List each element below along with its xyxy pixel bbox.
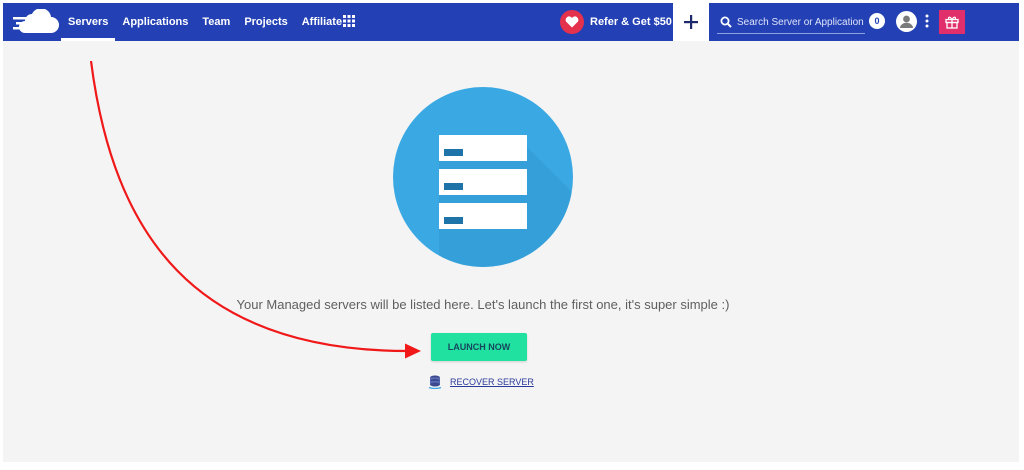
kebab-menu-icon[interactable]	[924, 14, 930, 28]
nav-item-applications[interactable]: Applications	[115, 3, 195, 41]
search-icon	[720, 16, 732, 28]
plus-icon	[684, 15, 698, 29]
cloud-logo-icon[interactable]	[13, 9, 59, 35]
nav-item-team[interactable]: Team	[195, 3, 237, 41]
database-icon	[428, 375, 442, 389]
user-icon	[900, 15, 913, 28]
add-button[interactable]	[673, 3, 709, 41]
grid-icon[interactable]	[343, 15, 355, 27]
nav-item-affiliate[interactable]: Affiliate	[295, 3, 349, 41]
recover-server-link[interactable]: RECOVER SERVER	[428, 374, 534, 390]
server-stack-icon	[393, 87, 573, 267]
main-nav: Servers Applications Team Projects Affil…	[61, 3, 349, 41]
notification-count-badge[interactable]: 0	[869, 13, 885, 29]
recover-server-label: RECOVER SERVER	[450, 377, 534, 387]
user-avatar[interactable]	[896, 11, 917, 32]
top-navigation-bar: Servers Applications Team Projects Affil…	[3, 3, 1019, 41]
search-bar	[717, 11, 865, 34]
heart-icon	[560, 10, 584, 34]
refer-label: Refer & Get $50	[590, 16, 672, 28]
refer-button[interactable]: Refer & Get $50	[560, 10, 672, 34]
gift-icon	[945, 16, 959, 29]
search-input[interactable]	[737, 16, 865, 28]
app-window: Servers Applications Team Projects Affil…	[3, 3, 1019, 462]
gift-button[interactable]	[939, 10, 965, 34]
empty-state-message: Your Managed servers will be listed here…	[236, 297, 730, 312]
launch-now-button[interactable]: LAUNCH NOW	[431, 333, 527, 361]
nav-item-projects[interactable]: Projects	[237, 3, 294, 41]
nav-item-servers[interactable]: Servers	[61, 3, 116, 41]
